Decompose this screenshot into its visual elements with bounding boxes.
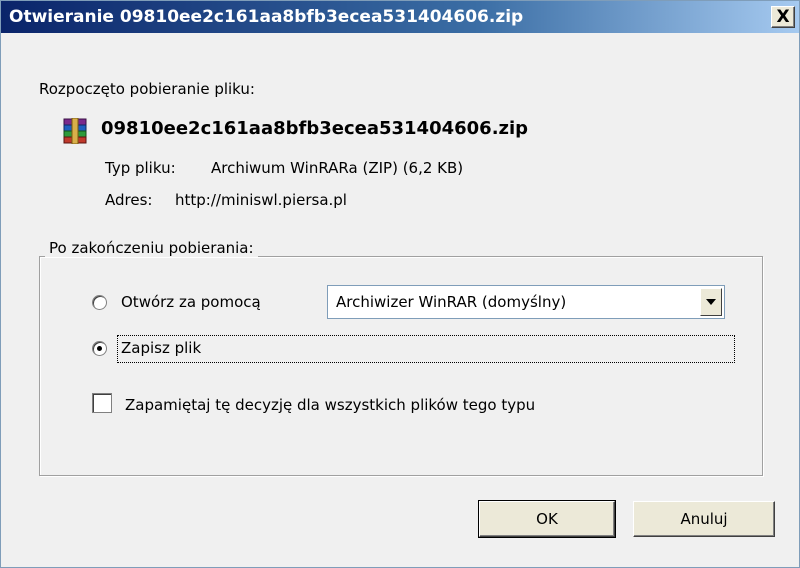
open-with-app-value: Archiwizer WinRAR (domyślny) xyxy=(336,293,567,311)
cancel-button-label: Anuluj xyxy=(680,510,728,528)
ok-button-label: OK xyxy=(536,510,558,528)
radio-selected-dot xyxy=(97,346,102,351)
focus-rectangle xyxy=(117,335,735,363)
close-icon: X xyxy=(776,7,790,27)
download-intro: Rozpoczęto pobieranie pliku: xyxy=(39,80,255,98)
close-button[interactable]: X xyxy=(771,6,795,28)
open-with-radio[interactable] xyxy=(92,295,107,310)
cancel-button[interactable]: Anuluj xyxy=(633,501,775,537)
group-label: Po zakończeniu pobierania: xyxy=(45,239,258,257)
remember-decision-label[interactable]: Zapamiętaj tę decyzję dla wszystkich pli… xyxy=(125,396,535,414)
address-label: Adres: xyxy=(105,191,153,209)
download-dialog: Otwieranie 09810ee2c161aa8bfb3ecea531404… xyxy=(0,0,800,568)
address-value: http://miniswl.piersa.pl xyxy=(175,191,347,209)
chevron-down-icon xyxy=(706,299,716,305)
winrar-archive-icon xyxy=(63,118,87,144)
dropdown-button[interactable] xyxy=(700,288,722,316)
file-type-label: Typ pliku: xyxy=(105,159,176,177)
ok-button[interactable]: OK xyxy=(478,500,616,538)
remember-decision-checkbox[interactable] xyxy=(92,393,112,413)
file-name: 09810ee2c161aa8bfb3ecea531404606.zip xyxy=(101,118,529,139)
dialog-title: Otwieranie 09810ee2c161aa8bfb3ecea531404… xyxy=(9,7,524,27)
file-type-value: Archiwum WinRARa (ZIP) (6,2 KB) xyxy=(211,159,464,177)
title-bar[interactable]: Otwieranie 09810ee2c161aa8bfb3ecea531404… xyxy=(1,1,799,33)
open-with-label[interactable]: Otwórz za pomocą xyxy=(121,293,261,311)
open-with-app-select[interactable]: Archiwizer WinRAR (domyślny) xyxy=(327,285,725,319)
save-file-label[interactable]: Zapisz plik xyxy=(121,339,201,357)
save-file-radio[interactable] xyxy=(92,341,107,356)
